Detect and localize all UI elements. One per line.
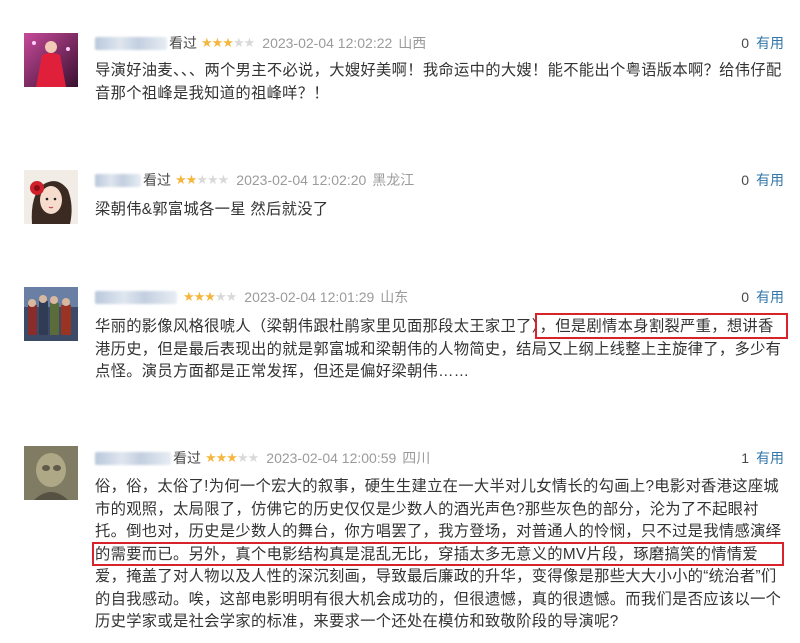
useful-vote: 0 有用 [741,170,784,190]
review-location: 山东 [380,289,409,305]
user-avatar[interactable] [24,33,78,87]
useful-count: 1 [741,450,749,466]
review-meta: 看过 ★★★★★ 2023-02-04 12:02:20 黑龙江 [95,170,414,190]
useful-button[interactable]: 有用 [756,289,784,305]
review-meta: 看过 ★★★★★ 2023-02-04 12:00:59 四川 [95,448,430,468]
user-avatar[interactable] [24,287,78,341]
review-time: 2023-02-04 12:00:59 [266,450,397,466]
watch-status: 看过 [169,35,197,51]
useful-count: 0 [741,172,749,188]
review-time: 2023-02-04 12:02:22 [262,35,393,51]
rating-stars: ★★★★★ [175,172,229,187]
useful-button[interactable]: 有用 [756,450,784,466]
review-meta: 看过 ★★★★★ 2023-02-04 12:02:22 山西 [95,33,426,53]
rating-stars: ★★★★★ [205,450,259,465]
review-location: 山西 [398,35,427,51]
rating-stars: ★★★★★ [201,35,255,50]
username-blurred[interactable] [95,451,171,465]
useful-count: 0 [741,289,749,305]
username-blurred[interactable] [95,290,177,304]
username-blurred[interactable] [95,173,141,187]
rating-stars: ★★★★★ [183,289,237,304]
review-meta: ★★★★★ 2023-02-04 12:01:29 山东 [95,287,408,307]
user-avatar[interactable] [24,170,78,224]
watch-status: 看过 [173,450,201,466]
useful-vote: 0 有用 [741,287,784,307]
review-content: 俗，俗，太俗了!为何一个宏大的叙事，硬生生建立在一大半对儿女情长的勾画上?电影对… [95,478,782,630]
useful-vote: 1 有用 [741,448,784,468]
useful-vote: 0 有用 [741,33,784,53]
review-content: 导演好油麦、、、两个男主不必说，大嫂好美啊！我命运中的大嫂！能不能出个粤语版本啊… [95,62,782,102]
review-time: 2023-02-04 12:02:20 [236,172,367,188]
review-time: 2023-02-04 12:01:29 [244,289,375,305]
useful-button[interactable]: 有用 [756,172,784,188]
review-content: 华丽的影像风格很唬人（梁朝伟跟杜鹃家里见面那段太王家卫了），但是剧情本身割裂严重… [95,318,782,380]
review-location: 四川 [402,450,431,466]
watch-status: 看过 [143,172,171,188]
useful-count: 0 [741,35,749,51]
review-location: 黑龙江 [372,172,415,188]
username-blurred[interactable] [95,36,167,50]
review-content: 梁朝伟&郭富城各一星 然后就没了 [95,201,329,218]
useful-button[interactable]: 有用 [756,35,784,51]
user-avatar[interactable] [24,446,78,500]
